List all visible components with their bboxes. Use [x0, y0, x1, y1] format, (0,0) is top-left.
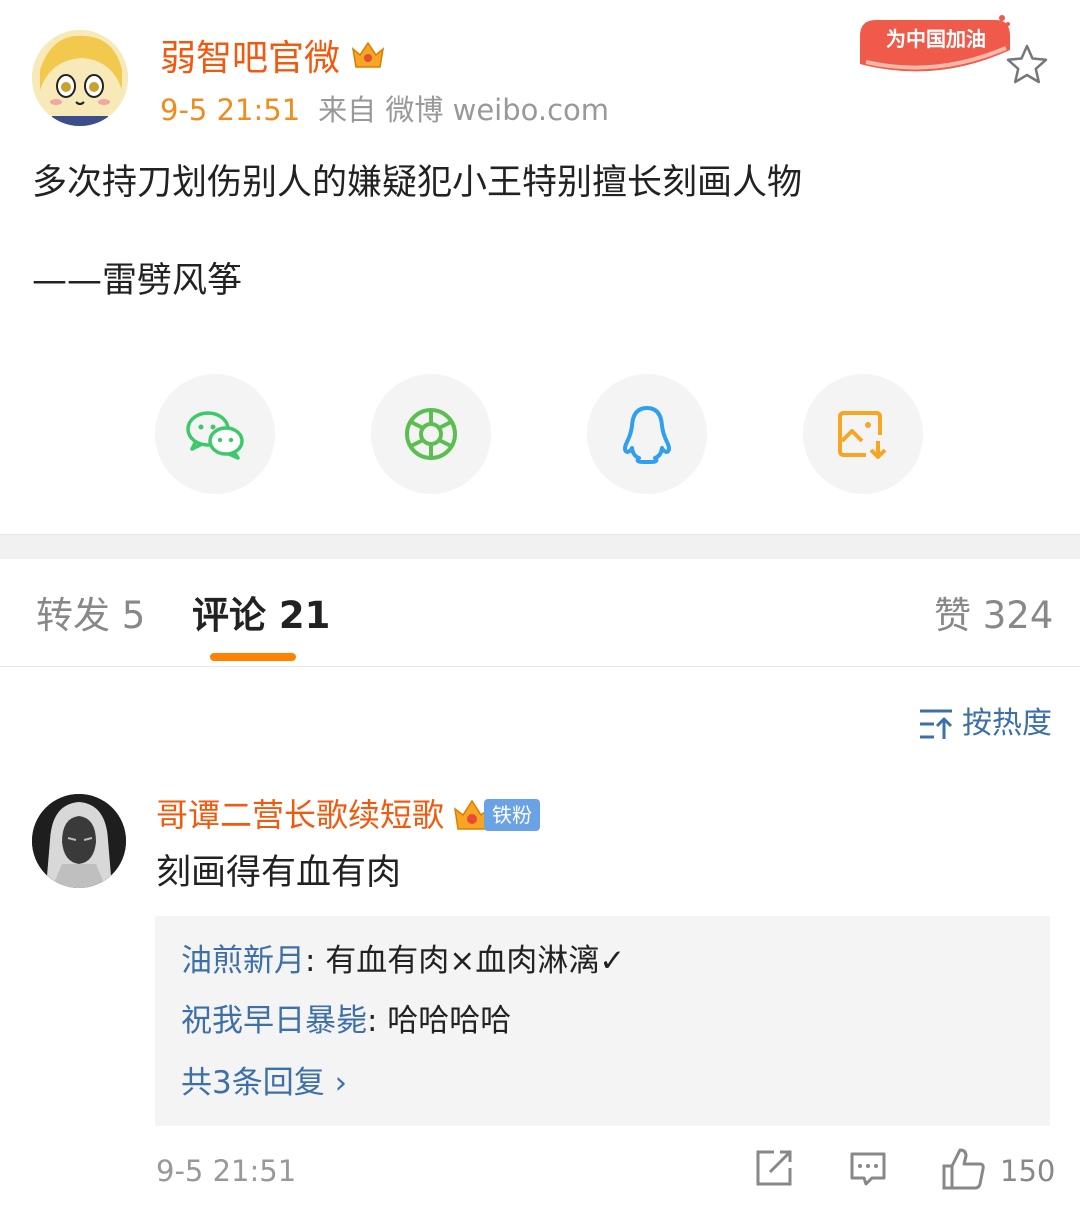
share-wechat-button[interactable] — [155, 374, 275, 494]
share-moments-button[interactable] — [371, 374, 491, 494]
fan-badge-label: 铁粉 — [484, 799, 541, 831]
moments-icon — [405, 408, 457, 460]
sort-icon — [920, 709, 953, 739]
sort-label: 按热度 — [962, 706, 1052, 741]
comment-time: 9-5 21:51 — [156, 1154, 297, 1188]
comment-text: 刻画得有血有肉 — [156, 853, 402, 893]
post-source: 来自 微博 weibo.com — [318, 93, 610, 127]
cheer-badge: 为中国加油 — [856, 12, 1016, 82]
tab-likes[interactable]: 赞 324 — [934, 592, 1053, 640]
commenter-name[interactable]: 哥谭二营长歌续短歌 — [156, 794, 444, 836]
reply-author[interactable]: 祝我早日暴毙 — [181, 1003, 367, 1039]
crown-icon — [350, 37, 386, 83]
cheer-badge-text: 为中国加油 — [886, 27, 986, 51]
qq-icon — [623, 406, 671, 464]
tab-repost[interactable]: 转发 5 — [36, 592, 145, 640]
tab-divider — [0, 666, 1080, 667]
post-signature: ——雷劈风筝 — [32, 261, 243, 301]
reply-box[interactable]: 油煎新月: 有血有肉×血肉淋漓✓ 祝我早日暴毙: 哈哈哈哈 共3条回复 › — [155, 916, 1050, 1126]
save-image-button[interactable] — [803, 374, 923, 494]
author-name-text[interactable]: 弱智吧官微 — [160, 38, 340, 79]
section-separator — [0, 534, 1080, 559]
share-qq-button[interactable] — [587, 374, 707, 494]
share-comment-icon[interactable] — [752, 1146, 800, 1194]
reply-item[interactable]: 祝我早日暴毙: 哈哈哈哈 — [181, 1000, 511, 1042]
author-name[interactable]: 弱智吧官微 — [160, 36, 386, 83]
post-meta: 9-5 21:51 来自 微博 weibo.com — [160, 92, 609, 128]
tab-comments[interactable]: 评论 21 — [192, 592, 330, 640]
reply-item[interactable]: 油煎新月: 有血有肉×血肉淋漓✓ — [181, 940, 625, 982]
commenter-name-row: 哥谭二营长歌续短歌 铁粉 — [156, 794, 541, 836]
like-count: 150 — [1000, 1154, 1056, 1188]
commenter-avatar[interactable] — [32, 794, 126, 888]
reply-comment-icon[interactable] — [846, 1146, 894, 1194]
like-thumb-icon[interactable] — [940, 1146, 988, 1194]
reply-text: : 有血有肉×血肉淋漓✓ — [305, 943, 626, 979]
sort-button[interactable]: 按热度 — [918, 704, 1052, 744]
favorite-star-icon[interactable] — [1004, 42, 1050, 88]
save-image-icon — [838, 411, 887, 459]
fan-badge: 铁粉 — [452, 797, 541, 833]
post-time: 9-5 21:51 — [160, 93, 301, 127]
tab-active-indicator — [210, 653, 296, 661]
reply-text: : 哈哈哈哈 — [367, 1003, 512, 1039]
wechat-icon — [186, 411, 244, 460]
reply-author[interactable]: 油煎新月 — [181, 943, 305, 979]
post-text: 多次持刀划伤别人的嫌疑犯小王特别擅长刻画人物 — [32, 163, 803, 203]
author-avatar[interactable] — [32, 30, 128, 126]
more-replies-link[interactable]: 共3条回复 › — [181, 1062, 347, 1104]
